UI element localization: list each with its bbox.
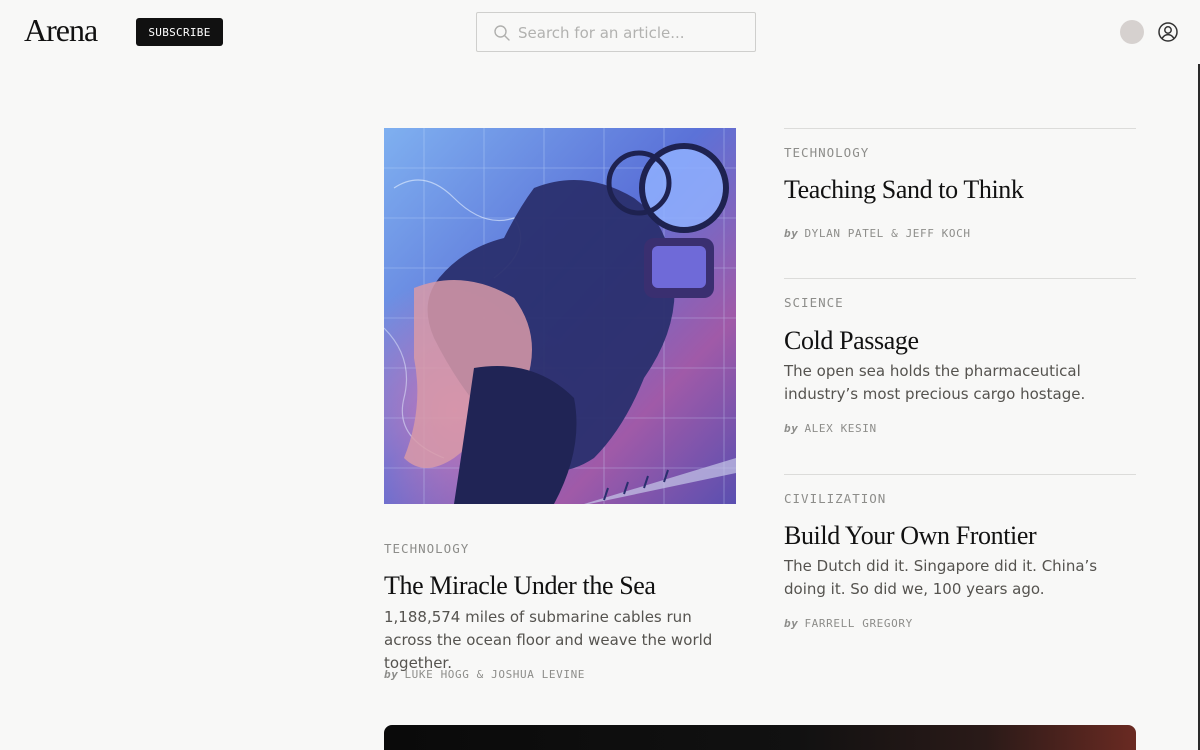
search-box[interactable] [476, 12, 756, 52]
story-title[interactable]: Build Your Own Frontier [784, 521, 1037, 551]
lead-article-dek: 1,188,574 miles of submarine cables run … [384, 608, 713, 672]
story-category[interactable]: TECHNOLOGY [784, 145, 869, 160]
byline-authors[interactable]: FARRELL GREGORY [804, 617, 912, 630]
byline-authors[interactable]: ALEX KESIN [804, 422, 876, 435]
story-dek: The open sea holds the pharmaceutical in… [784, 362, 1086, 403]
byline-authors[interactable]: LUKE HOGG & JOSHUA LEVINE [404, 668, 585, 681]
story-divider [784, 474, 1136, 475]
account-icon[interactable] [1157, 21, 1179, 43]
feature-card-image[interactable] [384, 725, 1136, 750]
story-byline: by ALEX KESIN [784, 422, 877, 435]
story-dek: The Dutch did it. Singapore did it. Chin… [784, 557, 1098, 598]
byline-prefix: by [784, 422, 799, 435]
story-category[interactable]: SCIENCE [784, 295, 844, 310]
story-byline: by DYLAN PATEL & JEFF KOCH [784, 227, 971, 240]
story-title[interactable]: Teaching Sand to Think [784, 175, 1024, 205]
story-category[interactable]: CIVILIZATION [784, 491, 886, 506]
story-divider [784, 128, 1136, 129]
avatar[interactable] [1120, 20, 1144, 44]
byline-prefix: by [784, 227, 799, 240]
lead-article-title[interactable]: The Miracle Under the Sea [384, 571, 656, 601]
story-byline: by FARRELL GREGORY [784, 617, 913, 630]
lead-article-byline: by LUKE HOGG & JOSHUA LEVINE [384, 668, 585, 681]
site-logo[interactable]: Arena [24, 12, 98, 49]
lead-article-category[interactable]: TECHNOLOGY [384, 541, 469, 556]
story-divider [784, 278, 1136, 279]
lead-article-image[interactable] [384, 128, 736, 504]
search-input[interactable] [518, 21, 746, 45]
byline-authors[interactable]: DYLAN PATEL & JEFF KOCH [804, 227, 970, 240]
byline-prefix: by [384, 668, 399, 681]
story-title[interactable]: Cold Passage [784, 326, 919, 356]
byline-prefix: by [784, 617, 799, 630]
search-icon [494, 25, 510, 41]
subscribe-button[interactable]: SUBSCRIBE [136, 18, 223, 46]
site-header: Arena SUBSCRIBE [0, 0, 1200, 64]
